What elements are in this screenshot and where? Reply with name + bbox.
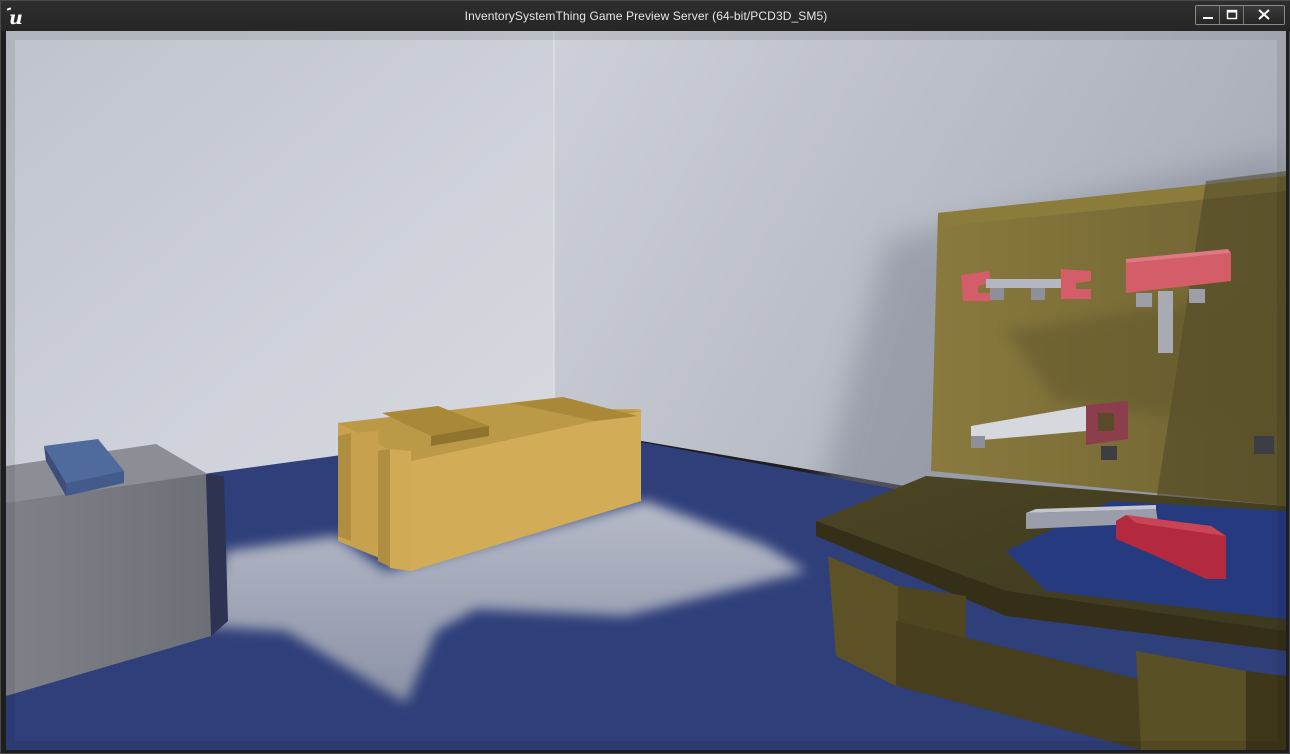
close-icon (1258, 9, 1270, 20)
minimize-button[interactable] (1196, 6, 1220, 24)
maximize-button[interactable] (1220, 6, 1244, 24)
maximize-icon (1226, 9, 1238, 20)
game-viewport[interactable] (6, 31, 1286, 750)
game-window: u InventorySystemThing Game Preview Serv… (0, 0, 1290, 754)
minimize-icon (1203, 17, 1213, 19)
window-title: InventorySystemThing Game Preview Server… (464, 9, 828, 23)
3d-scene[interactable] (6, 31, 1286, 750)
close-button[interactable] (1244, 6, 1284, 24)
window-controls (1195, 5, 1285, 25)
title-bar[interactable]: u InventorySystemThing Game Preview Serv… (1, 1, 1290, 31)
